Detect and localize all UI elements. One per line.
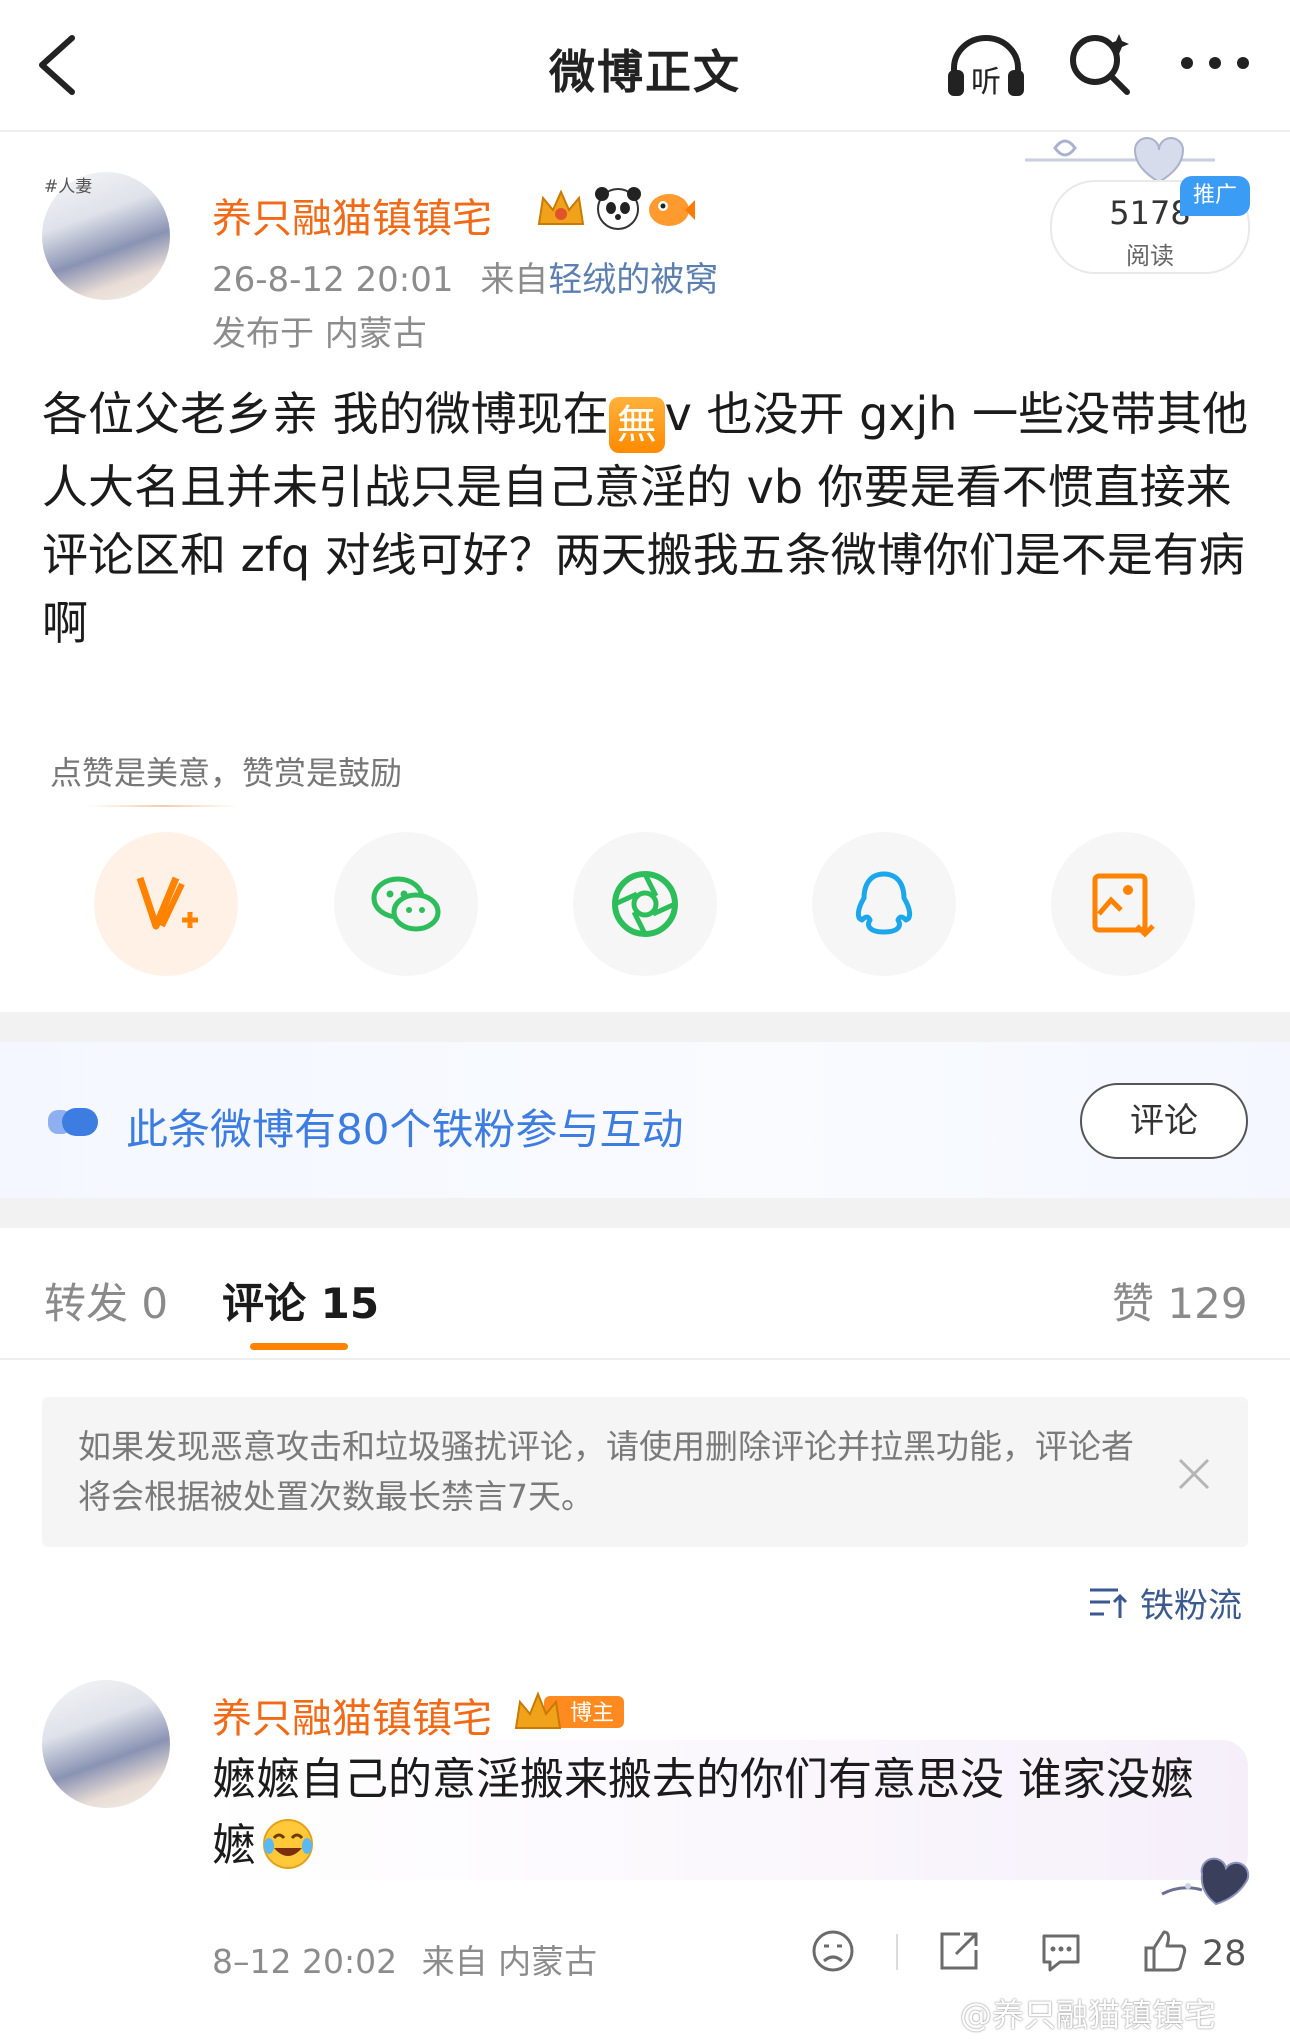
svg-text:听: 听	[971, 65, 1001, 100]
share-moments-button[interactable]	[573, 832, 717, 976]
action-divider	[896, 1934, 898, 1970]
wechat-icon	[371, 876, 441, 932]
tab-repost[interactable]: 转发 0	[44, 1270, 168, 1331]
tab-likes-label: 赞	[1112, 1279, 1155, 1328]
moments-shutter-icon	[612, 871, 678, 937]
weibo-watermark: @养只融猫镇镇宅	[960, 1996, 1217, 2034]
sort-fans-flow[interactable]: 铁粉流	[1140, 1578, 1242, 1627]
fans-interaction-text: 此条微博有80个铁粉参与互动	[126, 1105, 684, 1154]
read-label: 阅读	[1126, 242, 1174, 270]
tab-likes-count: 129	[1167, 1279, 1248, 1328]
laugh-cry-emoji-icon	[263, 1819, 313, 1869]
comment-body: 嬷嬷自己的意淫搬来搬去的你们有意思没 谁家没嬷嬷	[212, 1754, 1194, 1871]
share-qq-button[interactable]	[812, 832, 956, 976]
post-source-link[interactable]: 轻绒的被窝	[548, 260, 718, 300]
tab-comments[interactable]: 评论 15	[222, 1270, 379, 1331]
source-prefix: 来自	[480, 260, 549, 300]
wu-emoji-icon: 無	[608, 397, 665, 453]
fans-tag-icon	[48, 1108, 98, 1136]
active-tab-indicator	[250, 1343, 348, 1350]
comment-meta: 8–12 20:02 来自 内蒙古	[212, 1935, 597, 1983]
reward-tip-underline	[88, 805, 238, 807]
blogger-badge: 博主	[514, 1691, 624, 1729]
share-icon[interactable]	[934, 1926, 984, 1976]
avatar-tag: #人妻	[44, 177, 93, 197]
panda-icon	[595, 187, 641, 230]
more-options-icon[interactable]	[1175, 38, 1255, 88]
comment-like-count: 28	[1202, 1934, 1247, 1974]
close-icon[interactable]	[1172, 1452, 1216, 1496]
tab-comments-label: 评论	[222, 1279, 307, 1328]
reply-comment-icon[interactable]	[1036, 1926, 1086, 1976]
tab-repost-count: 0	[141, 1279, 169, 1328]
svg-text:博主: 博主	[570, 1701, 614, 1726]
dislike-sad-icon[interactable]	[808, 1926, 858, 1976]
commenter-name[interactable]: 养只融猫镇镇宅	[212, 1686, 492, 1744]
tab-repost-label: 转发	[44, 1279, 129, 1328]
save-image-button[interactable]	[1051, 832, 1195, 976]
post-time: 26-8-12 20:01	[212, 260, 454, 300]
crown-vip-icon	[537, 189, 585, 225]
tab-comments-count: 15	[320, 1279, 380, 1328]
fans-comment-button[interactable]: 评论	[1080, 1083, 1248, 1159]
v-plus-icon	[136, 876, 198, 930]
post-meta: 26-8-12 20:01 来自轻绒的被窝	[212, 252, 718, 301]
save-image-icon	[1092, 873, 1155, 938]
v-plus-reward-button[interactable]	[94, 832, 238, 976]
listen-headphones-icon[interactable]: 听	[944, 30, 1028, 100]
section-separator-2	[0, 1198, 1290, 1228]
post-body: 各位父老乡亲 我的微博现在無 v 也没开 gxjh 一些没带其他人大名且并未引战只…	[42, 380, 1252, 657]
section-separator	[0, 1012, 1290, 1042]
sort-icon[interactable]	[1088, 1584, 1128, 1620]
like-thumb-icon[interactable]	[1140, 1926, 1190, 1976]
comment-text: 嬷嬷自己的意淫搬来搬去的你们有意思没 谁家没嬷嬷	[212, 1747, 1232, 1879]
reward-tip: 点赞是美意，赞赏是鼓励	[50, 754, 403, 792]
commenter-avatar[interactable]	[42, 1680, 170, 1808]
tabs-divider	[0, 1358, 1290, 1360]
post-text-part1: 各位父老乡亲 我的微博现在	[42, 387, 609, 441]
user-badges	[537, 187, 695, 230]
qq-penguin-icon	[855, 871, 913, 935]
decorative-heart-icon-2	[1161, 1857, 1250, 1906]
search-icon[interactable]	[1065, 28, 1135, 98]
promote-badge[interactable]: 推广	[1180, 176, 1250, 216]
post-location: 发布于 内蒙古	[212, 314, 427, 354]
author-name[interactable]: 养只融猫镇镇宅	[212, 186, 492, 244]
share-wechat-button[interactable]	[334, 832, 478, 976]
tab-likes[interactable]: 赞 129	[1112, 1270, 1248, 1331]
fish-badge-icon	[649, 194, 695, 226]
comment-source: 来自 内蒙古	[421, 1942, 598, 1981]
comment-time: 8–12 20:02	[212, 1942, 398, 1981]
comment-notice-text: 如果发现恶意攻击和垃圾骚扰评论，请使用删除评论并拉黑功能，评论者将会根据被处置次…	[78, 1427, 1134, 1516]
